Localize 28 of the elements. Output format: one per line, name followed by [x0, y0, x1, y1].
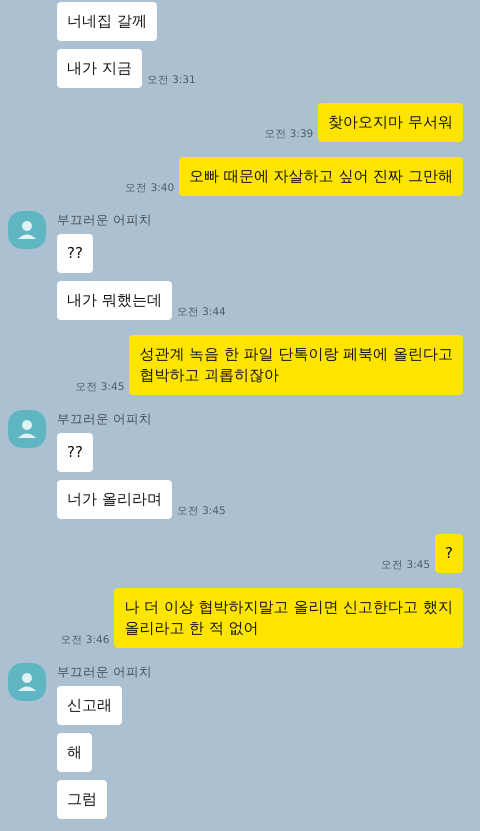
message-bubble: 내가 지금 — [57, 49, 142, 88]
message-time: 오전 3:44 — [176, 305, 226, 319]
message-bubble: 신고래 — [57, 686, 122, 725]
avatar-icon[interactable] — [8, 211, 46, 249]
message-bubble: 해 — [57, 733, 92, 772]
message-time: 오전 3:46 — [60, 633, 110, 647]
sender-name: 부끄러운 어피치 — [57, 411, 153, 427]
sender-name: 부끄러운 어피치 — [57, 664, 152, 680]
message-time: 오전 3:39 — [264, 127, 314, 141]
message-bubble: 나 더 이상 협박하지말고 올리면 신고한다고 했지 올리라고 한 적 없어 — [114, 588, 463, 648]
message-bubble: 그럼 — [57, 780, 107, 819]
message-bubble: ? — [435, 534, 463, 573]
message-bubble: 찾아오지마 무서워 — [318, 103, 463, 142]
message-bubble: ?? — [57, 433, 93, 472]
message-bubble: 너네집 갈께 — [57, 2, 157, 41]
message-time: 오전 3:45 — [176, 504, 226, 518]
message-bubble: 오빠 때문에 자살하고 싶어 진짜 그만해 — [179, 157, 463, 196]
avatar-icon[interactable] — [8, 410, 46, 448]
message-bubble: 너가 올리라며 — [57, 480, 172, 519]
message-bubble: 내가 뭐했는데 — [57, 281, 172, 320]
message-time: 오전 3:45 — [75, 380, 124, 394]
sender-name: 부끄러운 어피치 — [57, 212, 153, 228]
message-time: 오전 3:31 — [146, 73, 196, 87]
message-bubble: ?? — [57, 234, 93, 273]
message-time: 오전 3:40 — [125, 181, 174, 195]
message-time: 오전 3:45 — [381, 558, 430, 572]
message-bubble: 성관계 녹음 한 파일 단톡이랑 페북에 올린다고 협박하고 괴롭히잖아 — [129, 335, 463, 395]
avatar-icon[interactable] — [8, 663, 46, 701]
